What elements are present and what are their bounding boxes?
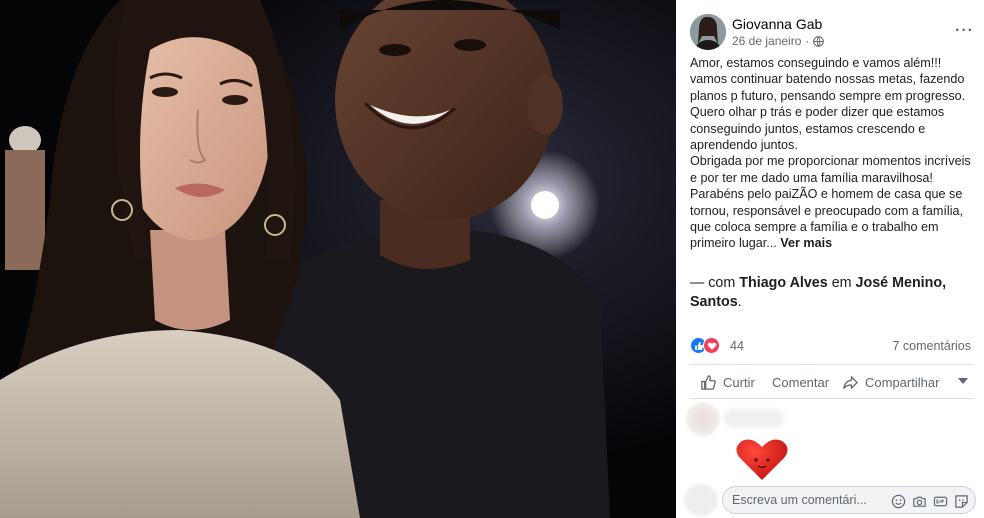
location-prefix: em: [827, 275, 856, 291]
ellipsis-icon[interactable]: ···: [955, 22, 974, 40]
avatar-image: [690, 14, 726, 50]
post-panel: Giovanna Gab 26 de janeiro · ··· Amor, e…: [676, 0, 984, 518]
action-bar: Curtir Comentar Compartilhar: [690, 368, 974, 396]
comment-label: Comentar: [772, 374, 830, 390]
gif-icon[interactable]: [933, 494, 948, 509]
post-date[interactable]: 26 de janeiro: [732, 34, 801, 48]
meta-separator: ·: [805, 34, 810, 48]
heart-sticker-icon: [736, 439, 788, 480]
like-button[interactable]: Curtir: [700, 368, 755, 396]
divider: [690, 398, 974, 399]
author-name[interactable]: Giovanna Gab: [732, 16, 822, 32]
composer-icons: [891, 494, 969, 509]
author-avatar[interactable]: [690, 14, 726, 50]
location-suffix: .: [737, 294, 742, 310]
chevron-down-icon[interactable]: [958, 378, 968, 384]
user-avatar: [684, 484, 718, 516]
post-text: Amor, estamos conseguindo e vamos além!!…: [690, 55, 980, 252]
reactions-bar: 44 7 comentários: [690, 336, 974, 356]
post-paragraph: Obrigada por me proporcionar momentos in…: [690, 154, 971, 185]
comment-item: [686, 402, 976, 480]
share-icon: [843, 375, 858, 389]
comment-input[interactable]: Escreva um comentári...: [722, 486, 976, 514]
with-prefix: — com: [690, 275, 740, 291]
post-paragraph: Amor, estamos conseguindo e vamos além!!…: [690, 56, 942, 70]
share-label: Compartilhar: [865, 374, 940, 390]
divider: [690, 364, 974, 365]
comments-count[interactable]: 7 comentários: [892, 339, 971, 353]
camera-icon[interactable]: [912, 494, 927, 509]
commenter-name[interactable]: [724, 409, 784, 427]
post-header: Giovanna Gab 26 de janeiro · ···: [690, 14, 974, 54]
see-more-link[interactable]: Ver mais: [780, 236, 832, 250]
comment-composer: Escreva um comentári...: [684, 484, 976, 516]
post-photo: [0, 0, 676, 518]
commenter-avatar[interactable]: [686, 402, 720, 436]
love-icon[interactable]: [703, 337, 720, 354]
comment-placeholder: Escreva um comentári...: [732, 493, 867, 507]
globe-icon: [813, 35, 825, 47]
reaction-count[interactable]: 44: [730, 339, 744, 353]
post-meta: 26 de janeiro ·: [732, 34, 825, 48]
tagged-person-link[interactable]: Thiago Alves: [739, 275, 827, 291]
like-label: Curtir: [723, 374, 755, 390]
post-paragraph: Parabéns pelo paiZÃO e homem de casa que…: [690, 186, 980, 252]
share-button[interactable]: Compartilhar: [842, 368, 939, 396]
comment-button[interactable]: Comentar: [772, 368, 829, 396]
photo-viewer[interactable]: [0, 0, 676, 518]
tag-location-line: — com Thiago Alves em José Menino, Santo…: [690, 274, 970, 312]
sticker-icon[interactable]: [954, 494, 969, 509]
thumbs-up-icon: [701, 374, 716, 390]
emoji-icon[interactable]: [891, 494, 906, 509]
post-paragraph: vamos continuar batendo nossas metas, fa…: [690, 72, 966, 153]
